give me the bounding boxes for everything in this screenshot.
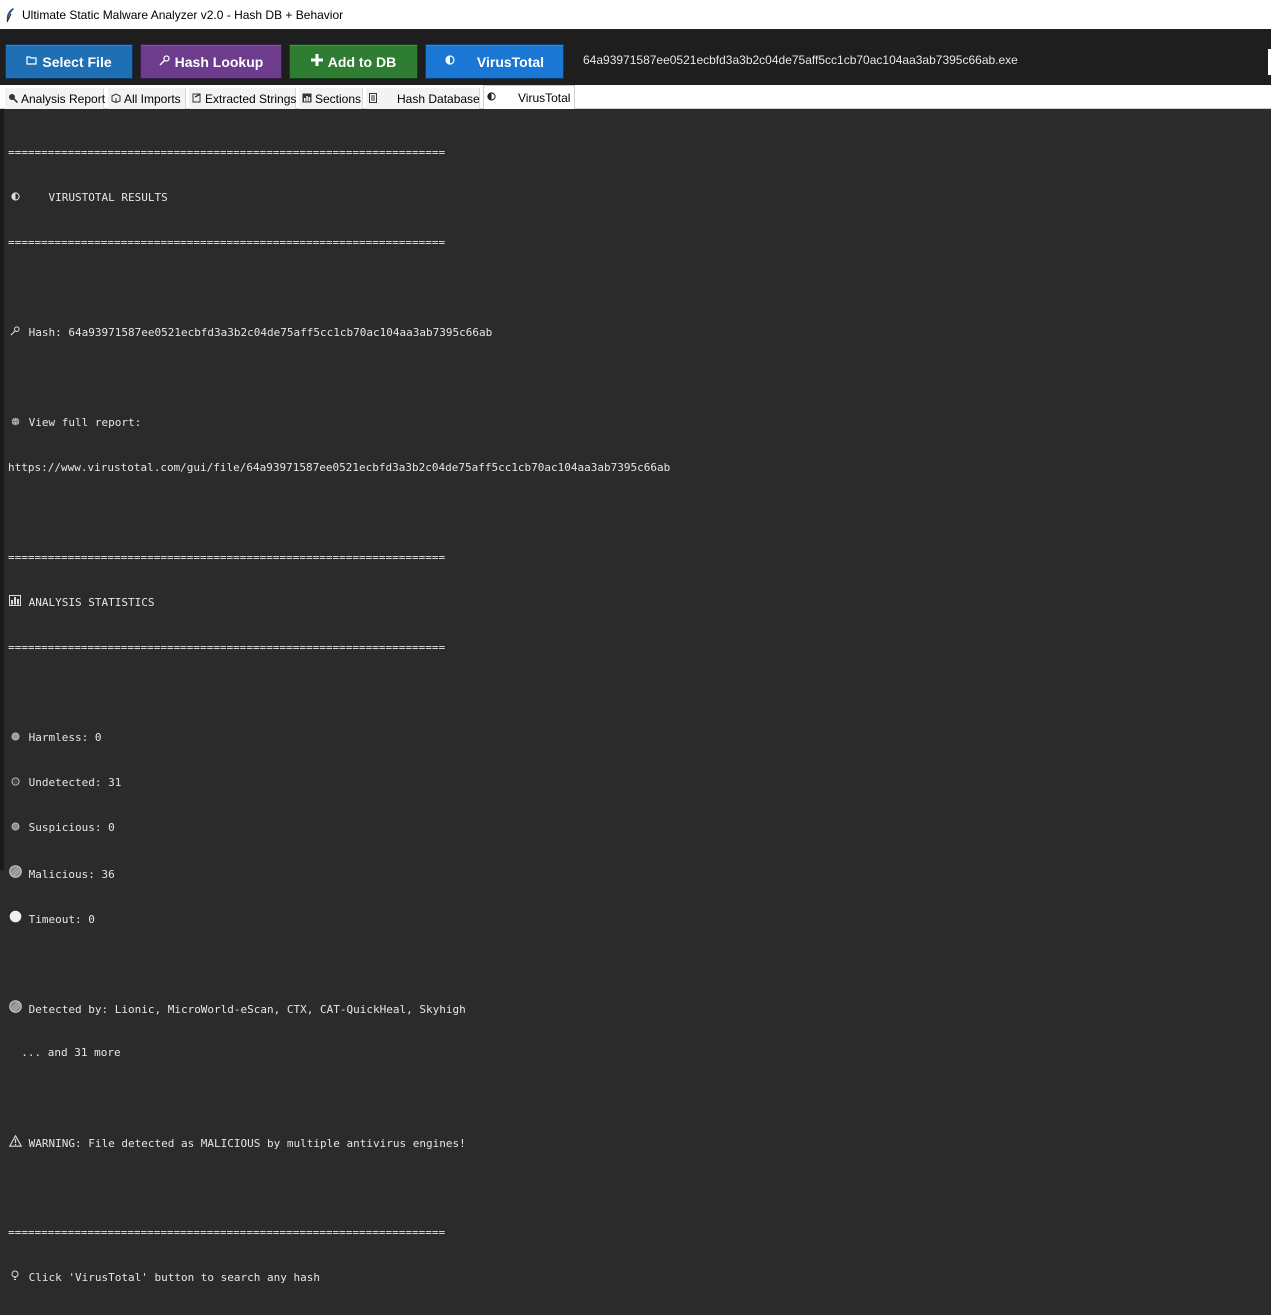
tab-analysis-report[interactable]: Analysis Report	[5, 88, 106, 109]
key-icon	[159, 54, 170, 69]
stat-timeout: Timeout: 0	[28, 913, 95, 926]
bar-chart-icon	[8, 595, 22, 610]
warning-text: WARNING: File detected as MALICIOUS by m…	[28, 1137, 466, 1150]
stat-harmless-line: Harmless: 0	[8, 730, 670, 745]
window-titlebar: Ultimate Static Malware Analyzer v2.0 - …	[0, 0, 1271, 29]
folder-icon	[26, 55, 37, 68]
key-icon	[8, 325, 22, 340]
stat-undetected-line: Undetected: 31	[8, 775, 670, 790]
stats-header: ANALYSIS STATISTICS	[28, 596, 155, 609]
half-circle-icon	[445, 55, 455, 68]
magnifier-icon	[8, 93, 19, 105]
separator-line: ========================================…	[8, 236, 446, 249]
select-file-button[interactable]: Select File	[5, 44, 133, 79]
vt-header-line: VIRUSTOTAL RESULTS	[8, 190, 670, 205]
database-icon	[369, 92, 377, 105]
yellow-circle-icon	[8, 820, 22, 835]
separator-line: ========================================…	[8, 551, 446, 564]
chart-icon	[302, 93, 312, 105]
report-panel[interactable]: ========================================…	[0, 109, 1271, 1284]
report-text[interactable]: ========================================…	[8, 115, 670, 1315]
report-url[interactable]: https://www.virustotal.com/gui/file/64a9…	[8, 460, 670, 475]
add-to-db-label: Add to DB	[327, 53, 397, 70]
tab-extracted-strings[interactable]: Extracted Strings	[189, 88, 296, 109]
virustotal-button[interactable]: VirusTotal	[425, 44, 564, 79]
stat-malicious-line: Malicious: 36	[8, 865, 670, 882]
more-line: ... and 31 more	[8, 1046, 121, 1059]
detected-by-line: Detected by: Lionic, MicroWorld-eScan, C…	[8, 1000, 670, 1017]
current-file-label: 64a93971587ee0521ecbfd3a3b2c04de75aff5cc…	[583, 53, 1018, 67]
green-circle-icon	[8, 730, 22, 745]
feather-icon	[3, 7, 17, 23]
tab-label: All Imports	[124, 91, 181, 106]
half-circle-icon	[8, 190, 22, 205]
separator-line: ========================================…	[8, 641, 446, 654]
add-to-db-button[interactable]: Add to DB	[289, 44, 418, 79]
stats-header-line: ANALYSIS STATISTICS	[8, 595, 670, 610]
tab-hash-database[interactable]: Hash Database	[366, 88, 480, 109]
stat-timeout-line: Timeout: 0	[8, 910, 670, 927]
separator-line: ========================================…	[8, 1226, 446, 1239]
toolbar: Select File Hash Lookup Add to DB VirusT…	[0, 29, 1271, 85]
tab-label: Hash Database	[397, 91, 480, 106]
tab-label: Sections	[315, 91, 362, 106]
stat-harmless: Harmless: 0	[28, 731, 102, 744]
separator-line: ========================================…	[8, 146, 446, 159]
hash-lookup-label: Hash Lookup	[174, 53, 264, 70]
tab-label: VirusTotal	[518, 90, 571, 105]
tab-all-imports[interactable]: All Imports	[108, 88, 186, 109]
view-report-line: View full report:	[8, 415, 670, 430]
detected-by: Detected by: Lionic, MicroWorld-eScan, C…	[28, 1003, 466, 1016]
half-circle-icon	[487, 92, 496, 103]
package-icon	[111, 92, 121, 105]
tab-label: Analysis Report	[21, 91, 106, 106]
globe-icon	[8, 415, 22, 430]
tab-label: Extracted Strings	[205, 91, 297, 106]
stat-undetected: Undetected: 31	[28, 776, 122, 789]
select-file-label: Select File	[42, 53, 112, 70]
virustotal-label: VirusTotal	[476, 53, 545, 70]
tab-sections[interactable]: Sections	[299, 88, 363, 109]
white-circle-icon	[8, 775, 22, 790]
tip-line: Click 'VirusTotal' button to search any …	[8, 1270, 670, 1285]
tip-text: Click 'VirusTotal' button to search any …	[28, 1271, 321, 1284]
vt-header: VIRUSTOTAL RESULTS	[48, 191, 168, 204]
stat-suspicious: Suspicious: 0	[28, 821, 115, 834]
red-circle-icon	[8, 865, 22, 882]
warning-icon	[8, 1134, 22, 1151]
red-circle-icon	[8, 1000, 22, 1017]
hash-line: Hash: 64a93971587ee0521ecbfd3a3b2c04de75…	[8, 325, 670, 340]
hash-lookup-button[interactable]: Hash Lookup	[140, 44, 282, 79]
tab-bar: Analysis Report All Imports Extracted St…	[0, 85, 1271, 109]
view-report-label: View full report:	[28, 416, 142, 429]
stat-suspicious-line: Suspicious: 0	[8, 820, 670, 835]
plus-icon	[310, 54, 323, 69]
tab-virustotal[interactable]: VirusTotal	[483, 85, 575, 109]
warning-line: WARNING: File detected as MALICIOUS by m…	[8, 1134, 670, 1151]
white-circle-icon	[8, 910, 22, 927]
hash-value: Hash: 64a93971587ee0521ecbfd3a3b2c04de75…	[28, 326, 493, 339]
window-title: Ultimate Static Malware Analyzer v2.0 - …	[22, 7, 344, 22]
memo-icon	[192, 92, 202, 105]
lightbulb-icon	[8, 1270, 22, 1285]
